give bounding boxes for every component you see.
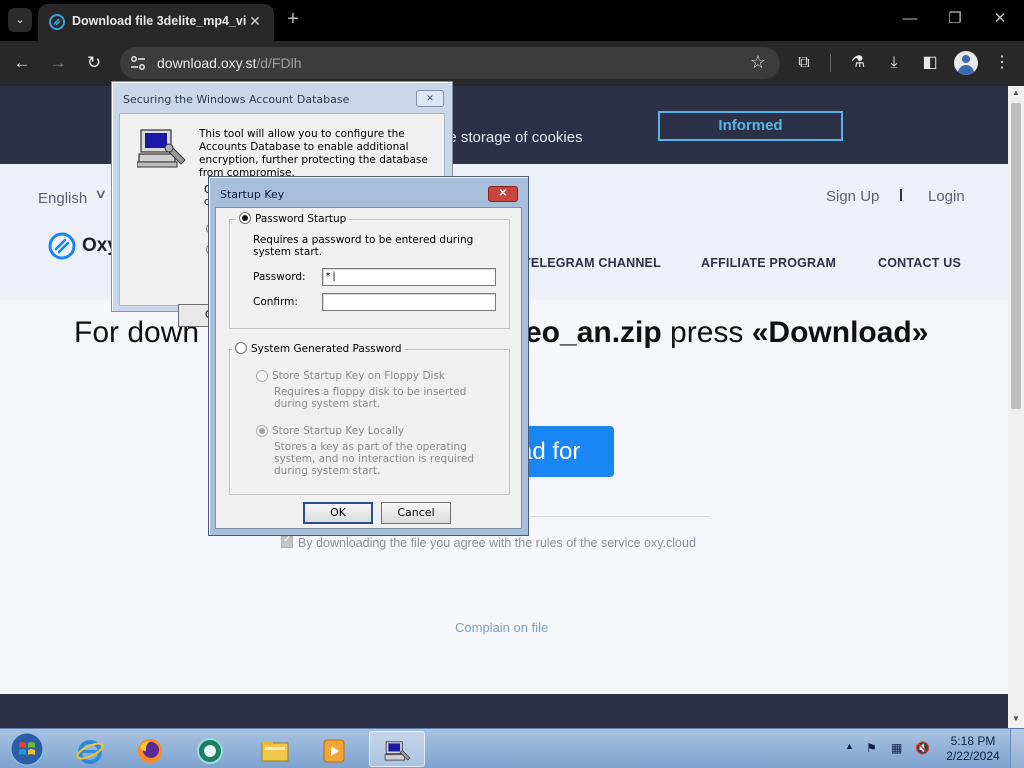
auth-divider — [900, 189, 902, 201]
labs-flask-icon[interactable]: ⚗ — [846, 51, 870, 75]
language-selector[interactable]: English — [38, 190, 87, 207]
start-button[interactable] — [2, 731, 52, 767]
tab-close-icon[interactable]: ✕ — [246, 12, 264, 30]
agree-checkbox[interactable] — [281, 534, 293, 548]
confirm-label: Confirm: — [253, 296, 298, 308]
volume-muted-icon[interactable]: 🔇 — [915, 741, 930, 755]
password-field[interactable]: *| — [322, 268, 496, 286]
menu-kebab-icon[interactable]: ⋮ — [990, 51, 1014, 75]
show-desktop-button[interactable] — [1010, 729, 1024, 768]
side-panel-icon[interactable]: ◧ — [918, 51, 942, 75]
floppy-disk-radio[interactable] — [256, 370, 268, 382]
browser-tab[interactable]: Download file 3delite_mp4_video_an.zip ✕ — [38, 4, 274, 41]
action-center-flag-icon[interactable]: ⚑ — [866, 741, 877, 755]
app-bubble-icon — [197, 738, 223, 764]
informed-button[interactable]: Informed — [658, 111, 843, 141]
store-locally-description: Stores a key as part of the operating sy… — [274, 441, 474, 477]
system-clock[interactable]: 5:18 PM 2/22/2024 — [944, 734, 1002, 764]
complain-link[interactable]: Complain on file — [455, 620, 548, 635]
password-startup-radio[interactable] — [239, 212, 251, 224]
close-window-button[interactable]: ✕ — [986, 8, 1014, 30]
store-locally-radio[interactable] — [256, 425, 268, 437]
divider-line — [530, 516, 710, 517]
dialog-description: This tool will allow you to configure th… — [199, 128, 428, 179]
address-bar[interactable]: download.oxy.st/d/FDlh ☆ — [120, 47, 780, 79]
taskbar-internet-explorer[interactable] — [62, 731, 118, 767]
sign-up-link[interactable]: Sign Up — [826, 188, 879, 205]
taskbar-syskey-window[interactable] — [369, 731, 425, 767]
forward-arrow-icon[interactable]: → — [46, 51, 70, 75]
startup-key-dialog: Startup Key ✕ Password Startup Requires … — [208, 176, 529, 536]
profile-avatar-icon[interactable] — [954, 51, 978, 75]
reload-icon[interactable]: ↻ — [82, 51, 106, 75]
dialog-title: Startup Key — [220, 188, 285, 201]
tab-search-button[interactable]: ⌄ — [8, 8, 32, 32]
chevron-down-icon[interactable]: ∨ — [94, 186, 107, 202]
windows-taskbar: ▲ ⚑ ▦ 🔇 5:18 PM 2/22/2024 — [0, 728, 1024, 768]
dialog-title: Securing the Windows Account Database — [123, 93, 350, 106]
system-generated-group: System Generated Password Store Startup … — [229, 342, 510, 495]
tab-strip: ⌄ Download file 3delite_mp4_video_an.zip… — [0, 0, 1024, 41]
password-startup-option[interactable]: Password Startup — [236, 212, 350, 225]
taskbar-file-explorer[interactable] — [246, 731, 302, 767]
media-player-icon — [323, 739, 345, 763]
page-scrollbar[interactable]: ▲ ▼ — [1008, 86, 1024, 728]
floppy-disk-label: Store Startup Key on Floppy Disk — [272, 370, 446, 382]
nav-contact-us[interactable]: CONTACT US — [878, 256, 961, 270]
restore-button[interactable]: ❐ — [941, 8, 969, 30]
system-generated-option[interactable]: System Generated Password — [232, 342, 405, 355]
taskbar-firefox[interactable] — [122, 731, 178, 767]
clock-time: 5:18 PM — [950, 734, 996, 748]
back-arrow-icon[interactable]: ← — [10, 51, 34, 75]
toolbar-divider — [830, 54, 831, 72]
folder-icon — [261, 741, 289, 762]
close-icon[interactable]: ✕ — [416, 90, 444, 107]
show-hidden-icons-icon[interactable]: ▲ — [845, 741, 854, 751]
firefox-icon — [138, 739, 162, 763]
close-icon[interactable]: ✕ — [488, 186, 518, 202]
login-link[interactable]: Login — [928, 188, 965, 205]
oxy-logo-icon[interactable] — [48, 232, 76, 260]
confirm-password-field[interactable] — [322, 293, 496, 311]
nav-telegram-channel[interactable]: TELEGRAM CHANNEL — [523, 256, 661, 270]
nav-affiliate-program[interactable]: AFFILIATE PROGRAM — [701, 256, 836, 270]
system-generated-radio[interactable] — [235, 342, 247, 354]
page-footer — [0, 694, 1008, 728]
cookie-text: he storage of cookies — [440, 129, 583, 146]
password-startup-group: Password Startup Requires a password to … — [229, 212, 510, 329]
floppy-disk-description: Requires a floppy disk to be inserted du… — [274, 386, 467, 410]
clock-date: 2/22/2024 — [946, 749, 1000, 763]
password-startup-description: Requires a password to be entered during… — [253, 234, 474, 258]
internet-explorer-icon — [76, 740, 104, 764]
extensions-icon[interactable]: ⧉ — [792, 51, 816, 75]
taskbar-media-player[interactable] — [306, 731, 362, 767]
site-info-icon[interactable] — [128, 53, 148, 73]
minimize-button[interactable]: — — [896, 8, 924, 30]
dialog-body: Password Startup Requires a password to … — [215, 207, 522, 529]
oxy-favicon-icon — [49, 14, 65, 30]
ok-button[interactable]: OK — [303, 502, 373, 524]
scroll-down-icon[interactable]: ▼ — [1008, 714, 1024, 726]
headline-right: eo_an.zip press «Download» — [525, 316, 929, 349]
downloads-icon[interactable]: ⤓ — [882, 51, 906, 75]
network-icon[interactable]: ▦ — [891, 741, 902, 755]
windows-start-icon — [10, 732, 44, 766]
tab-title: Download file 3delite_mp4_video_an.zip — [72, 14, 247, 28]
agree-text: By downloading the file you agree with t… — [298, 536, 696, 550]
url-text[interactable]: download.oxy.st/d/FDlh — [157, 55, 301, 71]
taskbar-app-circle[interactable] — [182, 731, 238, 767]
scroll-up-icon[interactable]: ▲ — [1008, 88, 1024, 100]
computer-key-icon — [137, 129, 186, 168]
computer-key-icon — [384, 741, 411, 761]
password-label: Password: — [253, 271, 306, 283]
browser-toolbar: ← → ↻ download.oxy.st/d/FDlh ☆ ⧉ ⚗ ⤓ ◧ ⋮ — [0, 41, 1024, 86]
bookmark-star-icon[interactable]: ☆ — [750, 52, 766, 73]
scroll-thumb[interactable] — [1011, 103, 1021, 409]
cancel-button[interactable]: Cancel — [381, 502, 451, 524]
store-locally-label: Store Startup Key Locally — [272, 425, 405, 437]
new-tab-button[interactable]: + — [282, 8, 304, 30]
